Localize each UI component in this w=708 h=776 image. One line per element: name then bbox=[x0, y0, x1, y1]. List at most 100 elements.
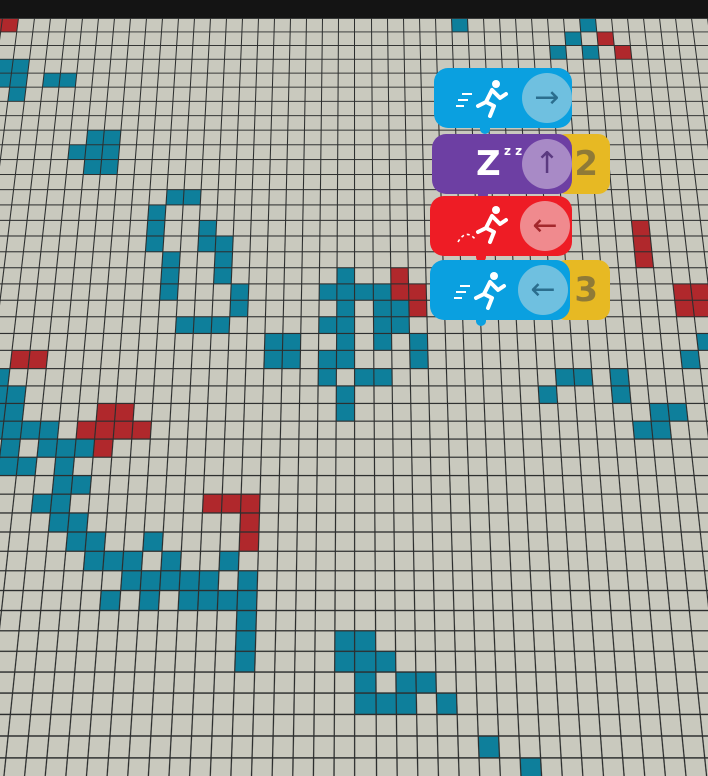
empty-tile[interactable] bbox=[315, 737, 334, 757]
empty-tile[interactable] bbox=[336, 673, 355, 693]
empty-tile[interactable] bbox=[129, 476, 148, 493]
empty-tile[interactable] bbox=[405, 74, 421, 87]
empty-tile[interactable] bbox=[275, 673, 294, 693]
empty-tile[interactable] bbox=[239, 102, 255, 115]
empty-tile[interactable] bbox=[79, 206, 96, 220]
empty-tile[interactable] bbox=[692, 457, 708, 474]
empty-tile[interactable] bbox=[291, 19, 306, 32]
empty-tile[interactable] bbox=[559, 715, 579, 735]
empty-tile[interactable] bbox=[45, 369, 64, 385]
empty-tile[interactable] bbox=[70, 131, 87, 145]
empty-tile[interactable] bbox=[481, 335, 499, 351]
empty-tile[interactable] bbox=[469, 46, 485, 59]
empty-tile[interactable] bbox=[209, 386, 227, 402]
empty-tile[interactable] bbox=[679, 335, 698, 351]
red-tile[interactable] bbox=[409, 285, 426, 300]
empty-tile[interactable] bbox=[414, 552, 433, 570]
empty-tile[interactable] bbox=[108, 494, 127, 512]
blue-tile[interactable] bbox=[391, 301, 408, 316]
empty-tile[interactable] bbox=[316, 652, 335, 671]
empty-tile[interactable] bbox=[152, 160, 169, 174]
empty-tile[interactable] bbox=[62, 386, 81, 402]
empty-tile[interactable] bbox=[656, 285, 674, 300]
empty-tile[interactable] bbox=[438, 737, 458, 757]
empty-tile[interactable] bbox=[0, 318, 15, 334]
empty-tile[interactable] bbox=[298, 552, 316, 570]
empty-tile[interactable] bbox=[391, 253, 408, 268]
empty-tile[interactable] bbox=[484, 19, 500, 32]
blue-tile[interactable] bbox=[84, 160, 101, 174]
empty-tile[interactable] bbox=[287, 206, 303, 220]
empty-tile[interactable] bbox=[187, 145, 204, 159]
empty-tile[interactable] bbox=[0, 206, 11, 220]
empty-tile[interactable] bbox=[255, 673, 274, 693]
empty-tile[interactable] bbox=[320, 301, 337, 316]
empty-tile[interactable] bbox=[658, 694, 679, 714]
empty-tile[interactable] bbox=[114, 673, 134, 693]
empty-tile[interactable] bbox=[27, 369, 46, 385]
empty-tile[interactable] bbox=[395, 631, 414, 650]
empty-tile[interactable] bbox=[375, 494, 393, 512]
empty-tile[interactable] bbox=[393, 439, 411, 456]
empty-tile[interactable] bbox=[453, 46, 469, 59]
empty-tile[interactable] bbox=[432, 532, 451, 550]
empty-tile[interactable] bbox=[186, 160, 203, 174]
empty-tile[interactable] bbox=[109, 737, 130, 757]
empty-tile[interactable] bbox=[79, 611, 99, 630]
empty-tile[interactable] bbox=[167, 476, 186, 493]
empty-tile[interactable] bbox=[553, 335, 571, 351]
empty-tile[interactable] bbox=[198, 611, 217, 630]
empty-tile[interactable] bbox=[579, 715, 599, 735]
empty-tile[interactable] bbox=[0, 694, 12, 714]
empty-tile[interactable] bbox=[405, 102, 421, 115]
empty-tile[interactable] bbox=[694, 476, 708, 493]
empty-tile[interactable] bbox=[471, 552, 490, 570]
empty-tile[interactable] bbox=[640, 131, 657, 145]
empty-tile[interactable] bbox=[473, 591, 492, 610]
empty-tile[interactable] bbox=[306, 88, 322, 101]
empty-tile[interactable] bbox=[355, 19, 370, 32]
empty-tile[interactable] bbox=[283, 369, 300, 385]
empty-tile[interactable] bbox=[278, 552, 297, 570]
red-tile[interactable] bbox=[675, 301, 693, 316]
empty-tile[interactable] bbox=[634, 74, 651, 87]
empty-tile[interactable] bbox=[75, 253, 93, 268]
empty-tile[interactable] bbox=[405, 116, 421, 130]
empty-tile[interactable] bbox=[92, 694, 112, 714]
empty-tile[interactable] bbox=[622, 301, 640, 316]
empty-tile[interactable] bbox=[397, 759, 417, 776]
red-tile[interactable] bbox=[635, 253, 653, 268]
empty-tile[interactable] bbox=[647, 206, 665, 220]
empty-tile[interactable] bbox=[103, 335, 121, 351]
empty-tile[interactable] bbox=[372, 46, 387, 59]
empty-tile[interactable] bbox=[420, 46, 436, 59]
empty-tile[interactable] bbox=[678, 175, 696, 189]
empty-tile[interactable] bbox=[659, 318, 677, 334]
blue-tile[interactable] bbox=[338, 269, 355, 284]
empty-tile[interactable] bbox=[46, 46, 63, 59]
empty-tile[interactable] bbox=[662, 532, 682, 550]
empty-tile[interactable] bbox=[607, 335, 625, 351]
empty-tile[interactable] bbox=[519, 369, 537, 385]
empty-tile[interactable] bbox=[203, 513, 222, 531]
empty-tile[interactable] bbox=[356, 318, 373, 334]
empty-tile[interactable] bbox=[64, 190, 81, 204]
blue-tile[interactable] bbox=[161, 571, 180, 589]
blue-tile[interactable] bbox=[60, 74, 77, 87]
empty-tile[interactable] bbox=[628, 369, 647, 385]
empty-tile[interactable] bbox=[495, 652, 515, 671]
empty-tile[interactable] bbox=[137, 131, 154, 145]
empty-tile[interactable] bbox=[396, 715, 415, 735]
empty-tile[interactable] bbox=[625, 335, 643, 351]
empty-tile[interactable] bbox=[50, 715, 71, 735]
empty-tile[interactable] bbox=[58, 88, 75, 101]
empty-tile[interactable] bbox=[323, 74, 338, 87]
empty-tile[interactable] bbox=[130, 457, 149, 474]
empty-tile[interactable] bbox=[388, 32, 403, 45]
blue-tile[interactable] bbox=[236, 652, 255, 671]
empty-tile[interactable] bbox=[243, 19, 259, 32]
empty-tile[interactable] bbox=[388, 88, 404, 101]
empty-tile[interactable] bbox=[638, 116, 655, 130]
empty-tile[interactable] bbox=[451, 513, 470, 531]
empty-tile[interactable] bbox=[684, 552, 704, 570]
